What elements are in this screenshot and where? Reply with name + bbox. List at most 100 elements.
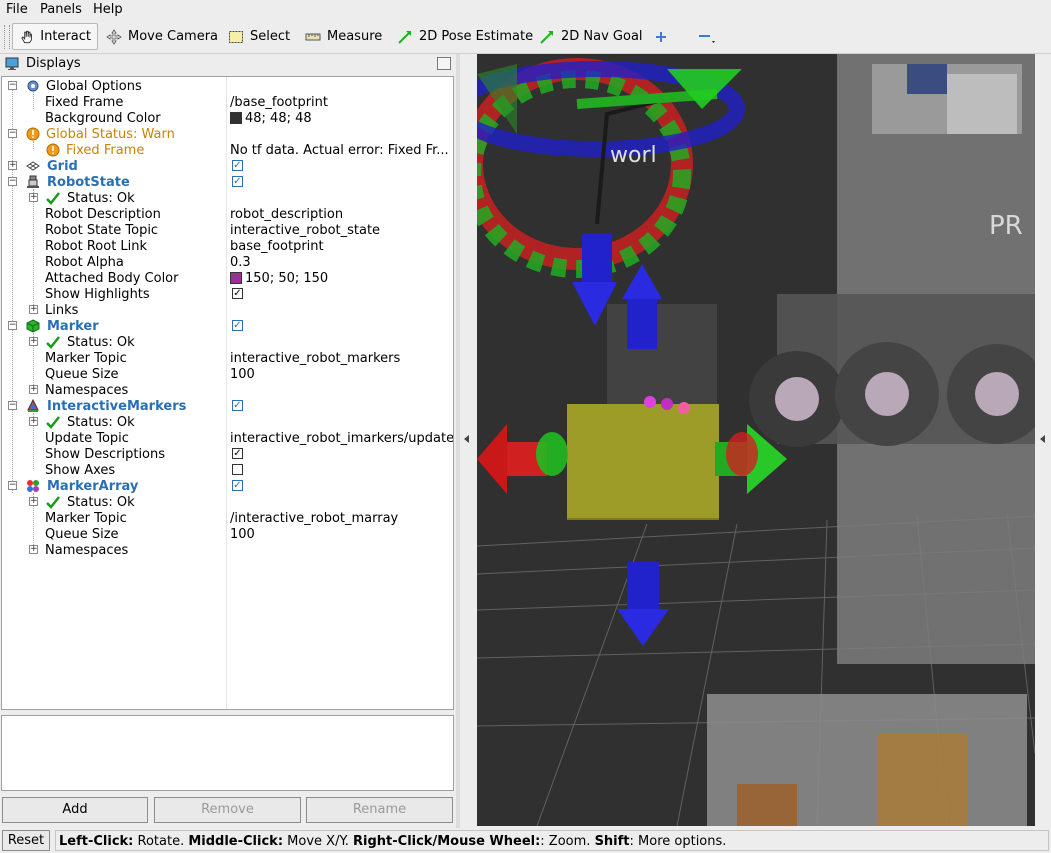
tree-row-label: Robot Alpha (45, 255, 124, 270)
grid-enabled-checkbox[interactable]: ✓ (232, 160, 243, 171)
robot-description-value[interactable]: robot_description (230, 207, 343, 222)
select-tool-button[interactable]: Select (222, 23, 296, 50)
background-color-value[interactable]: 48; 48; 48 (230, 111, 312, 126)
collapse-toggle[interactable]: − (8, 129, 17, 138)
background-color-text: 48; 48; 48 (245, 111, 312, 126)
tree-row-grid[interactable]: + Grid ✓ (2, 158, 453, 174)
tree-row-fixed-frame-status[interactable]: Fixed Frame No tf data. Actual error: Fi… (2, 142, 453, 158)
remove-tool-button[interactable] (692, 23, 730, 50)
toolbar: Interact Move Camera Select Measure 2D P… (0, 20, 1051, 54)
add-display-button[interactable]: Add (2, 797, 148, 823)
tree-row-namespaces[interactable]: + Namespaces (2, 542, 453, 558)
collapse-toggle[interactable]: − (8, 481, 17, 490)
tree-row-label: Marker (47, 319, 99, 334)
robot-alpha-value[interactable]: 0.3 (230, 255, 251, 270)
tree-row-status-ok[interactable]: + Status: Ok (2, 494, 453, 510)
tree-row-label: Links (45, 303, 79, 318)
collapse-right-arrow-icon[interactable] (1040, 435, 1045, 443)
show-descriptions-checkbox[interactable]: ✓ (232, 448, 243, 459)
expand-toggle[interactable]: + (29, 193, 38, 202)
collapse-toggle[interactable]: − (8, 321, 17, 330)
remove-display-button[interactable]: Remove (154, 797, 301, 823)
tree-row-robot-root-link[interactable]: Robot Root Link base_footprint (2, 238, 453, 254)
move-camera-tool-button[interactable]: Move Camera (100, 23, 224, 50)
menu-help[interactable]: Help (93, 2, 123, 17)
tree-row-robot-state-topic[interactable]: Robot State Topic interactive_robot_stat… (2, 222, 453, 238)
tree-row-background-color[interactable]: Background Color 48; 48; 48 (2, 110, 453, 126)
collapse-toggle[interactable]: − (8, 177, 17, 186)
add-tool-button[interactable] (648, 23, 680, 50)
tree-row-marker[interactable]: − Marker ✓ (2, 318, 453, 334)
update-topic-value[interactable]: interactive_robot_imarkers/update (230, 431, 453, 446)
fixed-frame-value[interactable]: /base_footprint (230, 95, 328, 110)
tree-row-fixed-frame[interactable]: Fixed Frame /base_footprint (2, 94, 453, 110)
expand-toggle[interactable]: + (29, 337, 38, 346)
collapse-toggle[interactable]: − (8, 81, 17, 90)
tree-row-robot-alpha[interactable]: Robot Alpha 0.3 (2, 254, 453, 270)
collapse-toggle[interactable]: − (8, 401, 17, 410)
collapse-left-arrow-icon[interactable] (464, 435, 469, 443)
dock-float-button[interactable] (437, 57, 451, 70)
tree-row-label: Marker Topic (45, 351, 127, 366)
tree-row-queue-size[interactable]: Queue Size 100 (2, 526, 453, 542)
expand-toggle[interactable]: + (29, 545, 38, 554)
tree-row-namespaces[interactable]: + Namespaces (2, 382, 453, 398)
queue-size-value[interactable]: 100 (230, 367, 255, 382)
nav-goal-tool-button[interactable]: 2D Nav Goal (533, 23, 649, 50)
tree-row-status-ok[interactable]: + Status: Ok (2, 414, 453, 430)
warning-icon (26, 127, 40, 141)
tree-row-update-topic[interactable]: Update Topic interactive_robot_imarkers/… (2, 430, 453, 446)
tree-row-status-ok[interactable]: + Status: Ok (2, 190, 453, 206)
interactive-markers-enabled-checkbox[interactable]: ✓ (232, 400, 243, 411)
hint-key: Middle-Click: (188, 834, 284, 849)
tree-row-global-options[interactable]: − Global Options (2, 78, 453, 94)
expand-toggle[interactable]: + (29, 305, 38, 314)
tree-row-interactive-markers[interactable]: − InteractiveMarkers ✓ (2, 398, 453, 414)
marker-array-enabled-checkbox[interactable]: ✓ (232, 480, 243, 491)
menu-panels[interactable]: Panels (40, 2, 82, 17)
tree-row-status-ok[interactable]: + Status: Ok (2, 334, 453, 350)
marker-topic-value[interactable]: interactive_robot_markers (230, 351, 400, 366)
tree-row-robot-description[interactable]: Robot Description robot_description (2, 206, 453, 222)
tree-row-robot-state[interactable]: − RobotState ✓ (2, 174, 453, 190)
tree-row-marker-topic[interactable]: Marker Topic interactive_robot_markers (2, 350, 453, 366)
tree-row-marker-topic[interactable]: Marker Topic /interactive_robot_marray (2, 510, 453, 526)
measure-tool-button[interactable]: Measure (299, 23, 388, 50)
select-tool-label: Select (250, 29, 291, 44)
render-viewport[interactable]: PR worl (460, 54, 1051, 828)
expand-toggle[interactable]: + (8, 161, 17, 170)
robot-label: PR (989, 211, 1023, 241)
tree-row-show-highlights[interactable]: Show Highlights ✓ (2, 286, 453, 302)
robot-state-enabled-checkbox[interactable]: ✓ (232, 176, 243, 187)
tree-row-show-descriptions[interactable]: Show Descriptions ✓ (2, 446, 453, 462)
tree-row-marker-array[interactable]: − MarkerArray ✓ (2, 478, 453, 494)
marker-enabled-checkbox[interactable]: ✓ (232, 320, 243, 331)
show-axes-checkbox[interactable] (232, 464, 243, 475)
move-camera-tool-label: Move Camera (128, 29, 219, 44)
status-hint: Left-Click: Rotate. Middle-Click: Move X… (55, 830, 1049, 851)
checkmark-icon (46, 336, 60, 349)
rename-display-button[interactable]: Rename (306, 797, 453, 823)
expand-toggle[interactable]: + (29, 385, 38, 394)
tree-row-queue-size[interactable]: Queue Size 100 (2, 366, 453, 382)
marker-array-queue-size-value[interactable]: 100 (230, 527, 255, 542)
robot-root-link-value[interactable]: base_footprint (230, 239, 324, 254)
interact-tool-button[interactable]: Interact (12, 23, 98, 50)
expand-toggle[interactable]: + (29, 417, 38, 426)
pose-estimate-tool-button[interactable]: 2D Pose Estimate (391, 23, 539, 50)
menu-file[interactable]: File (6, 2, 28, 17)
marker-array-topic-value[interactable]: /interactive_robot_marray (230, 511, 398, 526)
show-highlights-checkbox[interactable]: ✓ (232, 288, 243, 299)
3d-scene[interactable]: PR worl (477, 54, 1035, 826)
toolbar-grip[interactable] (4, 25, 10, 49)
tree-row-global-status[interactable]: − Global Status: Warn (2, 126, 453, 142)
robot-state-topic-value[interactable]: interactive_robot_state (230, 223, 380, 238)
tree-row-label: Status: Ok (67, 335, 135, 350)
expand-toggle[interactable]: + (29, 497, 38, 506)
attached-body-color-value[interactable]: 150; 50; 150 (230, 271, 328, 286)
tree-row-attached-body-color[interactable]: Attached Body Color 150; 50; 150 (2, 270, 453, 286)
tree-row-label: Background Color (45, 111, 161, 126)
tree-row-show-axes[interactable]: Show Axes (2, 462, 453, 478)
reset-button[interactable]: Reset (2, 830, 50, 851)
tree-row-links[interactable]: + Links (2, 302, 453, 318)
